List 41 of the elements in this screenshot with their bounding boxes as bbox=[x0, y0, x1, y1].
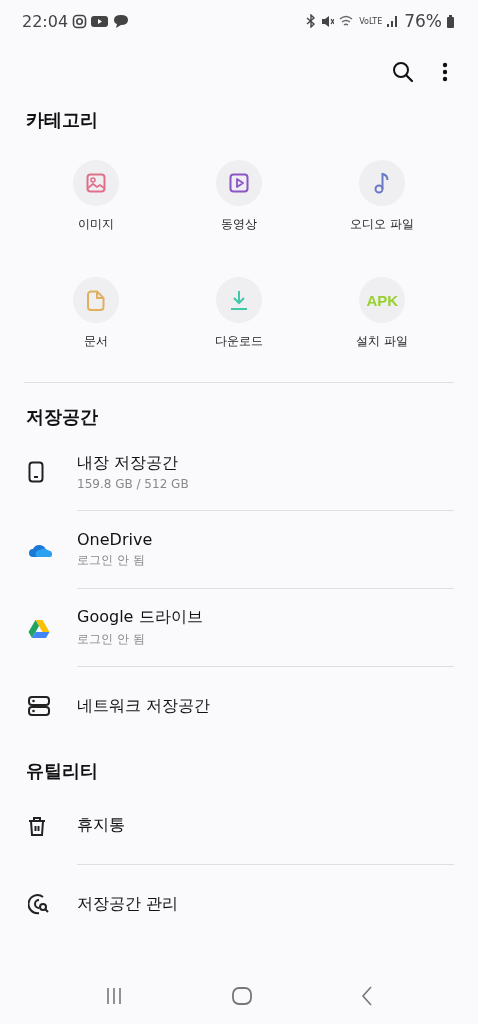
apk-icon: APK bbox=[366, 291, 399, 309]
home-icon bbox=[232, 987, 252, 1005]
section-heading: 저장공간 bbox=[25, 405, 99, 429]
category-item[interactable]: 문서 bbox=[40, 277, 151, 350]
clock-time: 22:04 bbox=[22, 11, 69, 31]
list-item-subtitle: 로그인 안 됨 bbox=[77, 631, 146, 648]
category-item[interactable]: APK 설치 파일 bbox=[327, 277, 438, 350]
camera-icon bbox=[72, 13, 88, 29]
battery-percent: 76% bbox=[404, 11, 442, 31]
category-item[interactable]: 이미지 bbox=[40, 160, 151, 233]
list-item-title[interactable]: 내장 저장공간 bbox=[77, 452, 454, 474]
recent-apps-icon bbox=[104, 988, 123, 1004]
triangle-logo-icon bbox=[28, 618, 50, 638]
list-item-subtitle: 159.8 GB / 512 GB bbox=[77, 476, 190, 491]
list-item-title[interactable]: Google 드라이브 bbox=[77, 607, 454, 628]
network-label: VoLTE bbox=[359, 16, 383, 26]
wifi-icon bbox=[339, 15, 355, 27]
phone-icon bbox=[28, 461, 44, 483]
list-item-title[interactable]: 휴지통 bbox=[77, 815, 454, 836]
list-item-title[interactable]: 네트워크 저장공간 bbox=[77, 695, 454, 717]
chat-icon bbox=[112, 13, 130, 29]
section-heading: 카테고리 bbox=[25, 108, 99, 132]
server-icon bbox=[28, 696, 50, 716]
search-icon bbox=[392, 61, 414, 83]
list-item-title[interactable]: OneDrive bbox=[77, 530, 454, 549]
trash-icon bbox=[28, 815, 46, 837]
more-options-icon bbox=[442, 62, 448, 82]
category-item[interactable]: 동영상 bbox=[184, 160, 294, 233]
category-item[interactable]: 오디오 파일 bbox=[327, 160, 438, 233]
section-heading: 유틸리티 bbox=[25, 759, 99, 783]
bluetooth-icon bbox=[306, 14, 317, 28]
play-icon bbox=[91, 14, 109, 28]
signal-icon bbox=[387, 15, 400, 27]
cloud-icon bbox=[28, 542, 52, 558]
list-item-title[interactable]: 저장공간 관리 bbox=[77, 893, 454, 915]
pie-search-icon bbox=[28, 893, 50, 915]
list-item-subtitle: 로그인 안 됨 bbox=[77, 552, 146, 569]
battery-icon bbox=[447, 14, 454, 28]
mute-icon bbox=[321, 14, 335, 28]
category-item[interactable]: 다운로드 bbox=[184, 277, 294, 350]
back-icon bbox=[361, 986, 374, 1006]
